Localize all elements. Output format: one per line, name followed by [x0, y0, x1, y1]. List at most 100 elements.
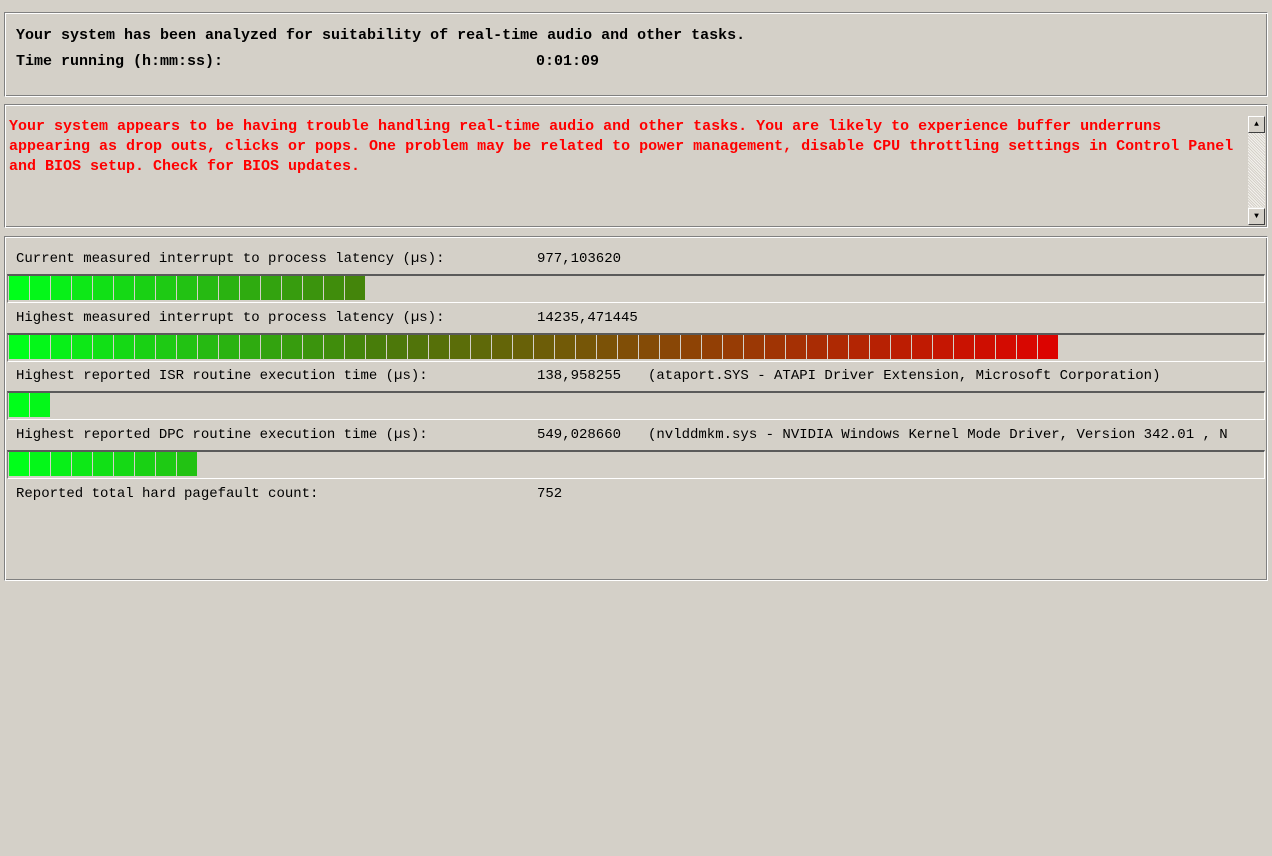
metric-label: Highest reported ISR routine execution t… — [16, 368, 428, 384]
dpc-time-bar — [7, 450, 1265, 479]
bar-segment — [30, 452, 50, 476]
highest-latency-bar — [7, 333, 1265, 362]
bar-segment — [1017, 335, 1037, 359]
bar-segment — [912, 335, 932, 359]
bar-segment — [198, 276, 218, 300]
bar-segment — [849, 335, 869, 359]
scroll-down-button[interactable]: ▼ — [1248, 208, 1265, 225]
bar-segment — [681, 335, 701, 359]
message-scrollbar[interactable]: ▲ ▼ — [1248, 116, 1265, 225]
bar-segments — [9, 393, 50, 417]
bar-segment — [51, 276, 71, 300]
scroll-track[interactable] — [1248, 133, 1265, 207]
bar-segment — [219, 335, 239, 359]
bar-segment — [597, 335, 617, 359]
metric-label: Highest measured interrupt to process la… — [16, 310, 445, 326]
bar-segments — [9, 335, 1058, 359]
bar-segment — [93, 452, 113, 476]
bar-segment — [9, 276, 29, 300]
bar-segment — [114, 276, 134, 300]
arrow-up-icon: ▲ — [1254, 120, 1259, 129]
bar-segment — [387, 335, 407, 359]
metric-label: Highest reported DPC routine execution t… — [16, 427, 428, 443]
bar-segment — [51, 335, 71, 359]
bar-segment — [324, 276, 344, 300]
bar-segment — [345, 335, 365, 359]
bar-segments — [9, 452, 197, 476]
metric-value: 752 — [537, 486, 563, 502]
bar-segment — [954, 335, 974, 359]
bar-segment — [639, 335, 659, 359]
bar-segment — [93, 276, 113, 300]
bar-segment — [702, 335, 722, 359]
current-latency-bar — [7, 274, 1265, 303]
metric-value: 549,028660 — [537, 427, 622, 443]
metric-pagefault-count: Reported total hard pagefault count: 752 — [16, 486, 562, 550]
bar-segment — [408, 335, 428, 359]
bar-segment — [156, 335, 176, 359]
bar-segment — [1038, 335, 1058, 359]
bar-segment — [996, 335, 1016, 359]
bar-segment — [555, 335, 575, 359]
bar-segment — [471, 335, 491, 359]
bar-segment — [135, 276, 155, 300]
analysis-summary-text: Your system has been analyzed for suitab… — [16, 27, 746, 44]
metric-dpc-time: Highest reported DPC routine execution t… — [16, 427, 1266, 447]
bar-segment — [9, 452, 29, 476]
bar-segment — [618, 335, 638, 359]
isr-time-bar — [7, 391, 1265, 420]
bar-segment — [534, 335, 554, 359]
metric-label: Current measured interrupt to process la… — [16, 251, 445, 267]
bar-segment — [786, 335, 806, 359]
bar-segment — [513, 335, 533, 359]
metric-value: 138,958255 — [537, 368, 622, 384]
bar-segment — [933, 335, 953, 359]
message-panel: Your system appears to be having trouble… — [4, 104, 1268, 228]
bar-segment — [660, 335, 680, 359]
metric-value: 977,103620 — [537, 251, 622, 267]
scroll-up-button[interactable]: ▲ — [1248, 116, 1265, 133]
bar-segment — [135, 452, 155, 476]
metric-driver: (ataport.SYS - ATAPI Driver Extension, M… — [648, 368, 1161, 384]
metric-label: Reported total hard pagefault count: — [16, 486, 319, 502]
bar-segment — [303, 335, 323, 359]
arrow-down-icon: ▼ — [1254, 212, 1259, 221]
bar-segment — [261, 335, 281, 359]
bar-segment — [366, 335, 386, 359]
bar-segment — [345, 276, 365, 300]
bar-segment — [114, 335, 134, 359]
time-running-value: 0:01:09 — [536, 53, 600, 70]
bar-segment — [219, 276, 239, 300]
bar-segment — [975, 335, 995, 359]
bar-segment — [744, 335, 764, 359]
bar-segment — [30, 276, 50, 300]
bar-segment — [324, 335, 344, 359]
bar-segment — [450, 335, 470, 359]
bar-segment — [72, 335, 92, 359]
bar-segment — [177, 452, 197, 476]
bar-segment — [765, 335, 785, 359]
metric-value: 14235,471445 — [537, 310, 638, 326]
bar-segment — [198, 335, 218, 359]
metrics-panel: Current measured interrupt to process la… — [4, 236, 1268, 581]
bar-segment — [429, 335, 449, 359]
warning-message: Your system appears to be having trouble… — [9, 118, 1243, 175]
bar-segment — [723, 335, 743, 359]
bar-segment — [114, 452, 134, 476]
bar-segment — [303, 276, 323, 300]
bar-segment — [240, 276, 260, 300]
time-running-label: Time running (h:mm:ss): — [16, 53, 224, 70]
bar-segment — [870, 335, 890, 359]
bar-segment — [240, 335, 260, 359]
bar-segment — [177, 276, 197, 300]
bar-segment — [828, 335, 848, 359]
bar-segment — [891, 335, 911, 359]
bar-segments — [9, 276, 365, 300]
bar-segment — [177, 335, 197, 359]
bar-segment — [261, 276, 281, 300]
bar-segment — [72, 452, 92, 476]
bar-segment — [72, 276, 92, 300]
bar-segment — [807, 335, 827, 359]
bar-segment — [156, 276, 176, 300]
bar-segment — [282, 335, 302, 359]
